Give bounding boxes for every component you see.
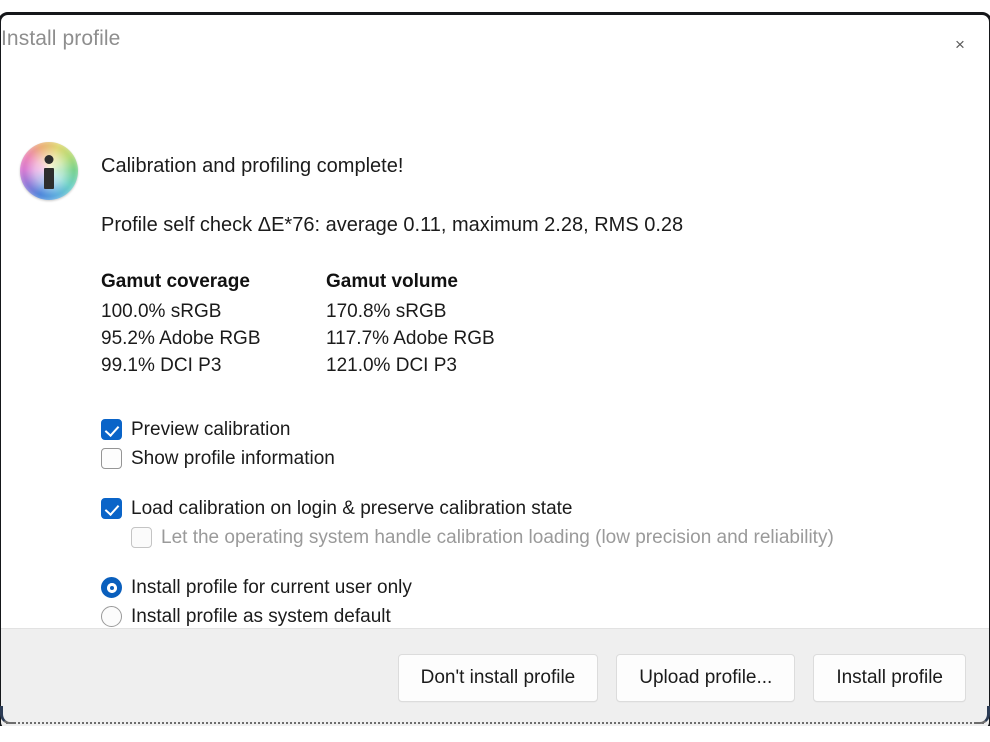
profile-self-check-text: Profile self check ΔE*76: average 0.11, … <box>101 214 684 236</box>
info-glyph-stem <box>44 168 54 189</box>
install-system-default-radio[interactable] <box>101 606 122 627</box>
option-show-profile-information[interactable]: Show profile information <box>101 444 834 473</box>
install-current-user-label: Install profile for current user only <box>131 576 412 598</box>
show-profile-information-checkbox[interactable] <box>101 448 122 469</box>
option-preview-calibration[interactable]: Preview calibration <box>101 415 834 444</box>
gamut-volume-srgb: 170.8% sRGB <box>326 301 447 322</box>
completion-headline: Calibration and profiling complete! <box>101 155 404 177</box>
dialog-content: Calibration and profiling complete! Prof… <box>0 67 990 628</box>
gamut-coverage-dcip3: 99.1% DCI P3 <box>101 354 222 376</box>
os-handle-calibration-label: Let the operating system handle calibrat… <box>161 526 834 548</box>
install-profile-dialog: Install profile × Calibration and profil… <box>0 0 990 742</box>
gamut-coverage-header: Gamut coverage <box>101 271 250 292</box>
options-spacer-2 <box>101 552 834 573</box>
os-handle-calibration-checkbox <box>131 527 152 548</box>
dialog-footer: Don't install profile Upload profile... … <box>0 628 990 727</box>
install-system-default-label: Install profile as system default <box>131 605 391 627</box>
color-wheel-info-icon <box>20 142 78 200</box>
gamut-stats: Gamut coverage 100.0% sRGB 95.2% Adobe R… <box>101 271 495 380</box>
options-group: Preview calibration Show profile informa… <box>101 415 834 631</box>
dont-install-profile-button[interactable]: Don't install profile <box>397 654 599 702</box>
page-title: Install profile <box>1 27 121 50</box>
frame-bottom-mask <box>0 726 990 742</box>
info-glyph <box>20 142 78 200</box>
gamut-volume-column: Gamut volume 170.8% sRGB 117.7% Adobe RG… <box>326 271 495 380</box>
load-calibration-on-login-checkbox[interactable] <box>101 498 122 519</box>
dialog-client-area: Install profile × Calibration and profil… <box>0 15 990 727</box>
option-install-system-default[interactable]: Install profile as system default <box>101 602 834 631</box>
load-calibration-on-login-label: Load calibration on login & preserve cal… <box>131 497 573 519</box>
gamut-volume-header: Gamut volume <box>326 271 458 292</box>
install-profile-button[interactable]: Install profile <box>813 654 966 702</box>
info-glyph-dot <box>44 155 54 164</box>
title-bar: Install profile × <box>0 15 990 67</box>
close-icon[interactable]: × <box>946 30 974 58</box>
gamut-coverage-adobergb: 95.2% Adobe RGB <box>101 327 261 349</box>
options-spacer-1 <box>101 473 834 494</box>
gamut-volume-adobergb: 117.7% Adobe RGB <box>326 327 495 349</box>
gamut-coverage-srgb: 100.0% sRGB <box>101 301 222 322</box>
option-os-handle-calibration: Let the operating system handle calibrat… <box>101 523 834 552</box>
preview-calibration-label: Preview calibration <box>131 418 291 440</box>
window-bottom-dotted-edge <box>6 722 984 724</box>
install-current-user-radio[interactable] <box>101 577 122 598</box>
option-load-calibration-on-login[interactable]: Load calibration on login & preserve cal… <box>101 494 834 523</box>
preview-calibration-checkbox[interactable] <box>101 419 122 440</box>
upload-profile-button[interactable]: Upload profile... <box>616 654 796 702</box>
gamut-coverage-column: Gamut coverage 100.0% sRGB 95.2% Adobe R… <box>101 271 326 380</box>
gamut-volume-dcip3: 121.0% DCI P3 <box>326 354 457 376</box>
option-install-current-user[interactable]: Install profile for current user only <box>101 573 834 602</box>
window-corner-bottom-left <box>0 706 16 724</box>
show-profile-information-label: Show profile information <box>131 447 335 469</box>
